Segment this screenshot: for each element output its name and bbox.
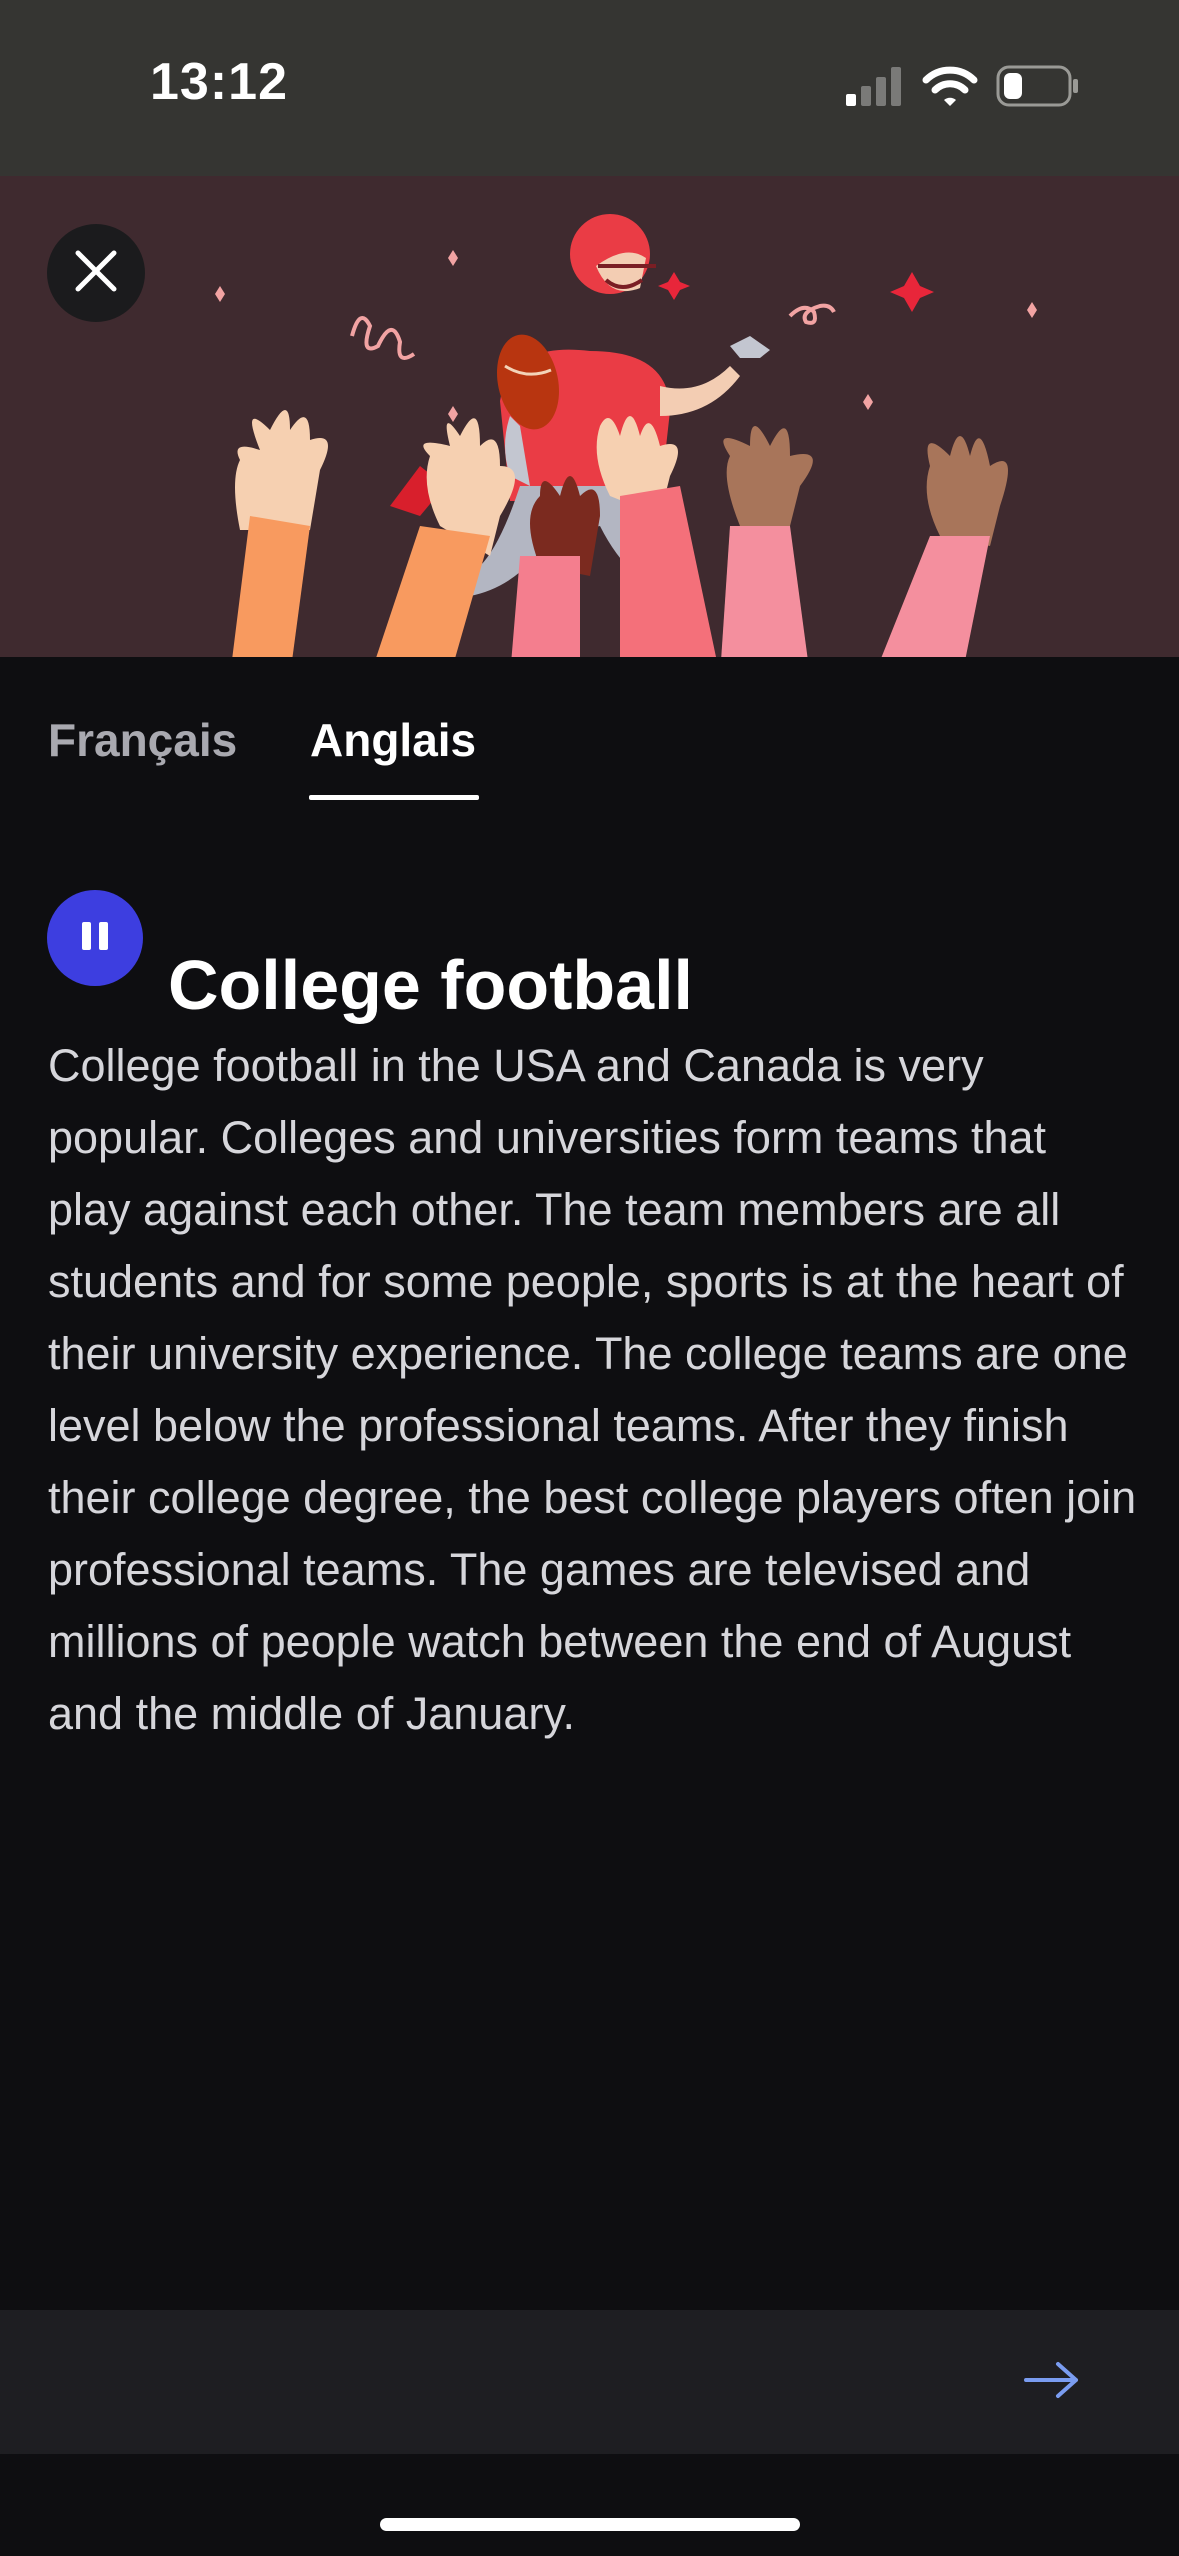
hero-illustration <box>0 176 1179 657</box>
status-time: 13:12 <box>150 53 288 111</box>
close-icon <box>74 249 118 298</box>
lesson-title: College football <box>168 945 693 1024</box>
pause-button[interactable] <box>47 890 143 986</box>
battery-icon <box>996 64 1080 113</box>
lesson-text: College football in the USA and Canada i… <box>48 1040 1137 1739</box>
status-bar: 13:12 <box>0 0 1179 176</box>
language-tabs: Français Anglais <box>0 657 1179 807</box>
pause-icon <box>80 920 110 957</box>
tab-francais[interactable]: Français <box>48 713 237 767</box>
arrow-right-icon <box>1022 2358 1082 2407</box>
signal-icon <box>844 64 904 113</box>
active-tab-indicator <box>309 795 479 800</box>
home-indicator <box>380 2518 800 2531</box>
wifi-icon <box>922 64 978 113</box>
bottom-bar <box>0 2310 1179 2454</box>
next-button[interactable] <box>1010 2350 1094 2414</box>
tab-anglais[interactable]: Anglais <box>310 713 476 767</box>
close-button[interactable] <box>47 224 145 322</box>
